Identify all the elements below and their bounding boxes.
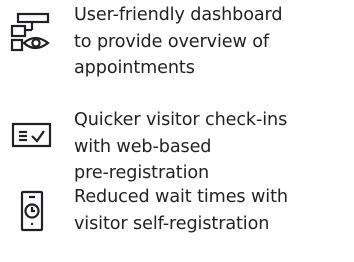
feature-wait-times: Reduced wait times with visitor self-reg…	[0, 184, 354, 237]
feature-dashboard: User-friendly dashboard to provide overv…	[0, 2, 354, 82]
feature-text: User-friendly dashboard to provide overv…	[74, 5, 283, 78]
feature-text: Reduced wait times with visitor self-reg…	[74, 187, 288, 234]
feature-checkin: Quicker visitor check-ins with web-based…	[0, 107, 354, 187]
feature-text: Quicker visitor check-ins with web-based…	[74, 110, 288, 183]
